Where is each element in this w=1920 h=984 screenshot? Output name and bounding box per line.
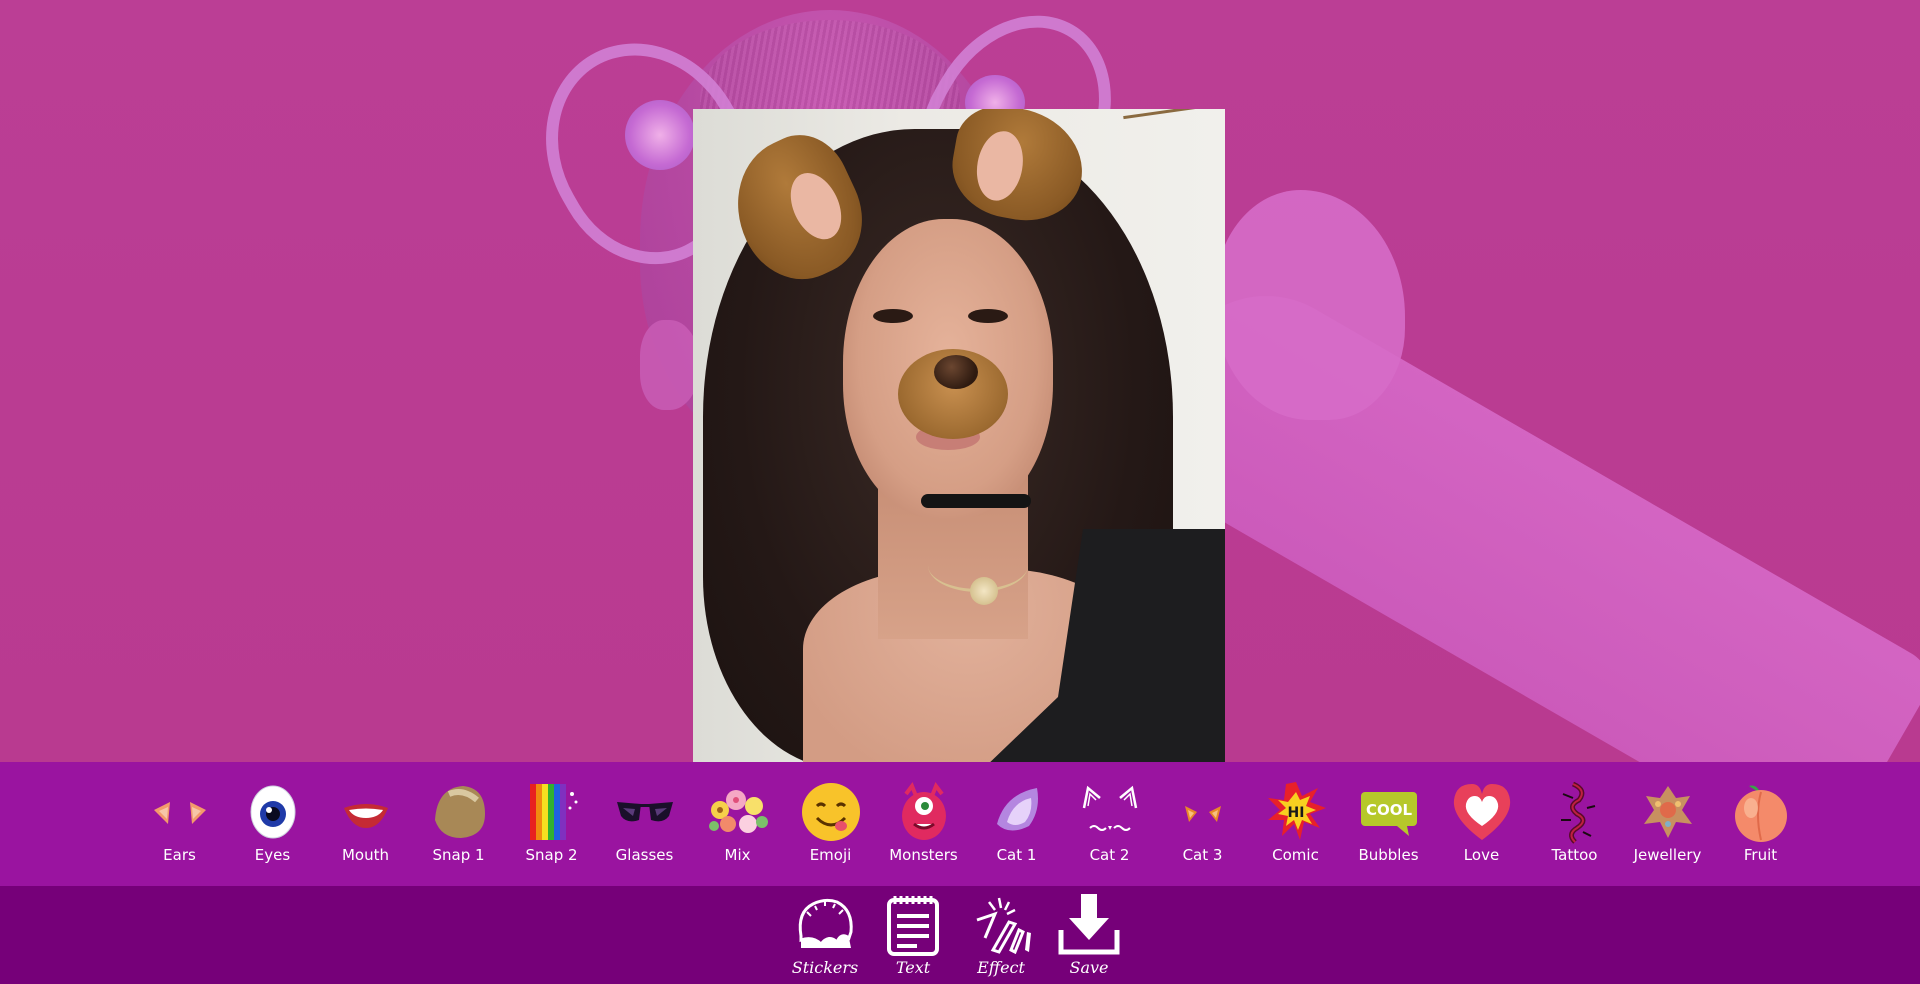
dragon-tattoo-icon (1543, 780, 1607, 844)
photo-choker (921, 494, 1031, 508)
rainbow-icon (520, 780, 584, 844)
comic-hi-text: HI (1287, 805, 1304, 821)
category-snap-1[interactable]: Snap 1 (412, 780, 505, 876)
dog-nose-sticker[interactable] (898, 349, 1008, 439)
magic-wand-icon (976, 897, 1031, 955)
category-label: Mouth (341, 846, 389, 864)
heart-icon (1450, 780, 1514, 844)
category-label: Mix (724, 846, 751, 864)
photo-eye-left (873, 309, 913, 323)
photo-twig (1123, 109, 1225, 149)
sunglasses-icon (613, 780, 677, 844)
notepad-icon (887, 896, 939, 956)
comic-hi-icon: HI (1264, 780, 1328, 844)
dog-face-icon (427, 780, 491, 844)
category-bubbles[interactable]: COOL Bubbles (1342, 780, 1435, 876)
category-label: Snap 2 (525, 846, 578, 864)
sticker-category-list: Ears Eyes Mouth Snap 1 Snap 2 Glasses Mi… (133, 780, 1807, 876)
category-label: Cat 3 (1182, 846, 1223, 864)
effect-button[interactable]: Effect (966, 892, 1036, 982)
photo-eye-right (968, 309, 1008, 323)
tool-label: Stickers (791, 958, 859, 977)
bottom-toolbar: Stickers Text Effect Save (0, 886, 1920, 984)
eyeball-icon (241, 780, 305, 844)
category-label: Fruit (1743, 846, 1778, 864)
small-cat-ears-icon (1171, 780, 1235, 844)
cool-bubble-text: COOL (1365, 801, 1412, 819)
category-ears[interactable]: Ears (133, 780, 226, 876)
category-tattoo[interactable]: Tattoo (1528, 780, 1621, 876)
category-label: Ears (163, 846, 196, 864)
category-emoji[interactable]: Emoji (784, 780, 877, 876)
tool-label: Text (895, 958, 931, 977)
download-icon (1058, 894, 1120, 955)
cat-whiskers-icon (1078, 780, 1142, 844)
category-jewellery[interactable]: Jewellery (1621, 780, 1714, 876)
background-flower-left (625, 100, 695, 170)
cat-ear-icon (985, 780, 1049, 844)
emoji-icon (799, 780, 863, 844)
category-label: Eyes (254, 846, 291, 864)
cool-bubble-icon: COOL (1357, 780, 1421, 844)
stickers-icon (798, 898, 853, 948)
category-monsters[interactable]: Monsters (877, 780, 970, 876)
category-cat-3[interactable]: Cat 3 (1156, 780, 1249, 876)
save-button[interactable]: Save (1054, 892, 1124, 982)
edit-canvas-photo[interactable] (693, 109, 1225, 762)
background-hand (1215, 190, 1405, 420)
category-love[interactable]: Love (1435, 780, 1528, 876)
category-mix[interactable]: Mix (691, 780, 784, 876)
category-label: Jewellery (1633, 846, 1702, 864)
stickers-button[interactable]: Stickers (790, 892, 860, 982)
category-label: Love (1463, 846, 1500, 864)
category-label: Monsters (889, 846, 958, 864)
category-comic[interactable]: HI Comic (1249, 780, 1342, 876)
category-label: Bubbles (1358, 846, 1419, 864)
flower-crown-icon (706, 780, 770, 844)
sticker-category-bar: Ears Eyes Mouth Snap 1 Snap 2 Glasses Mi… (0, 762, 1920, 886)
photo-pendant (970, 577, 998, 605)
category-label: Cat 1 (996, 846, 1037, 864)
category-label: Cat 2 (1089, 846, 1130, 864)
background-ear (640, 320, 700, 410)
category-fruit[interactable]: Fruit (1714, 780, 1807, 876)
monster-icon (892, 780, 956, 844)
category-label: Comic (1272, 846, 1319, 864)
category-glasses[interactable]: Glasses (598, 780, 691, 876)
category-label: Emoji (809, 846, 852, 864)
peach-icon (1729, 780, 1793, 844)
tool-list: Stickers Text Effect Save (790, 892, 1124, 982)
tool-label: Save (1069, 958, 1109, 977)
category-mouth[interactable]: Mouth (319, 780, 412, 876)
category-label: Snap 1 (432, 846, 485, 864)
category-cat-2[interactable]: Cat 2 (1063, 780, 1156, 876)
tool-label: Effect (977, 958, 1025, 977)
category-eyes[interactable]: Eyes (226, 780, 319, 876)
cat-ears-icon (148, 780, 212, 844)
category-snap-2[interactable]: Snap 2 (505, 780, 598, 876)
category-label: Glasses (615, 846, 674, 864)
category-label: Tattoo (1551, 846, 1598, 864)
text-button[interactable]: Text (878, 892, 948, 982)
category-cat-1[interactable]: Cat 1 (970, 780, 1063, 876)
mouth-icon (334, 780, 398, 844)
jewellery-icon (1636, 780, 1700, 844)
